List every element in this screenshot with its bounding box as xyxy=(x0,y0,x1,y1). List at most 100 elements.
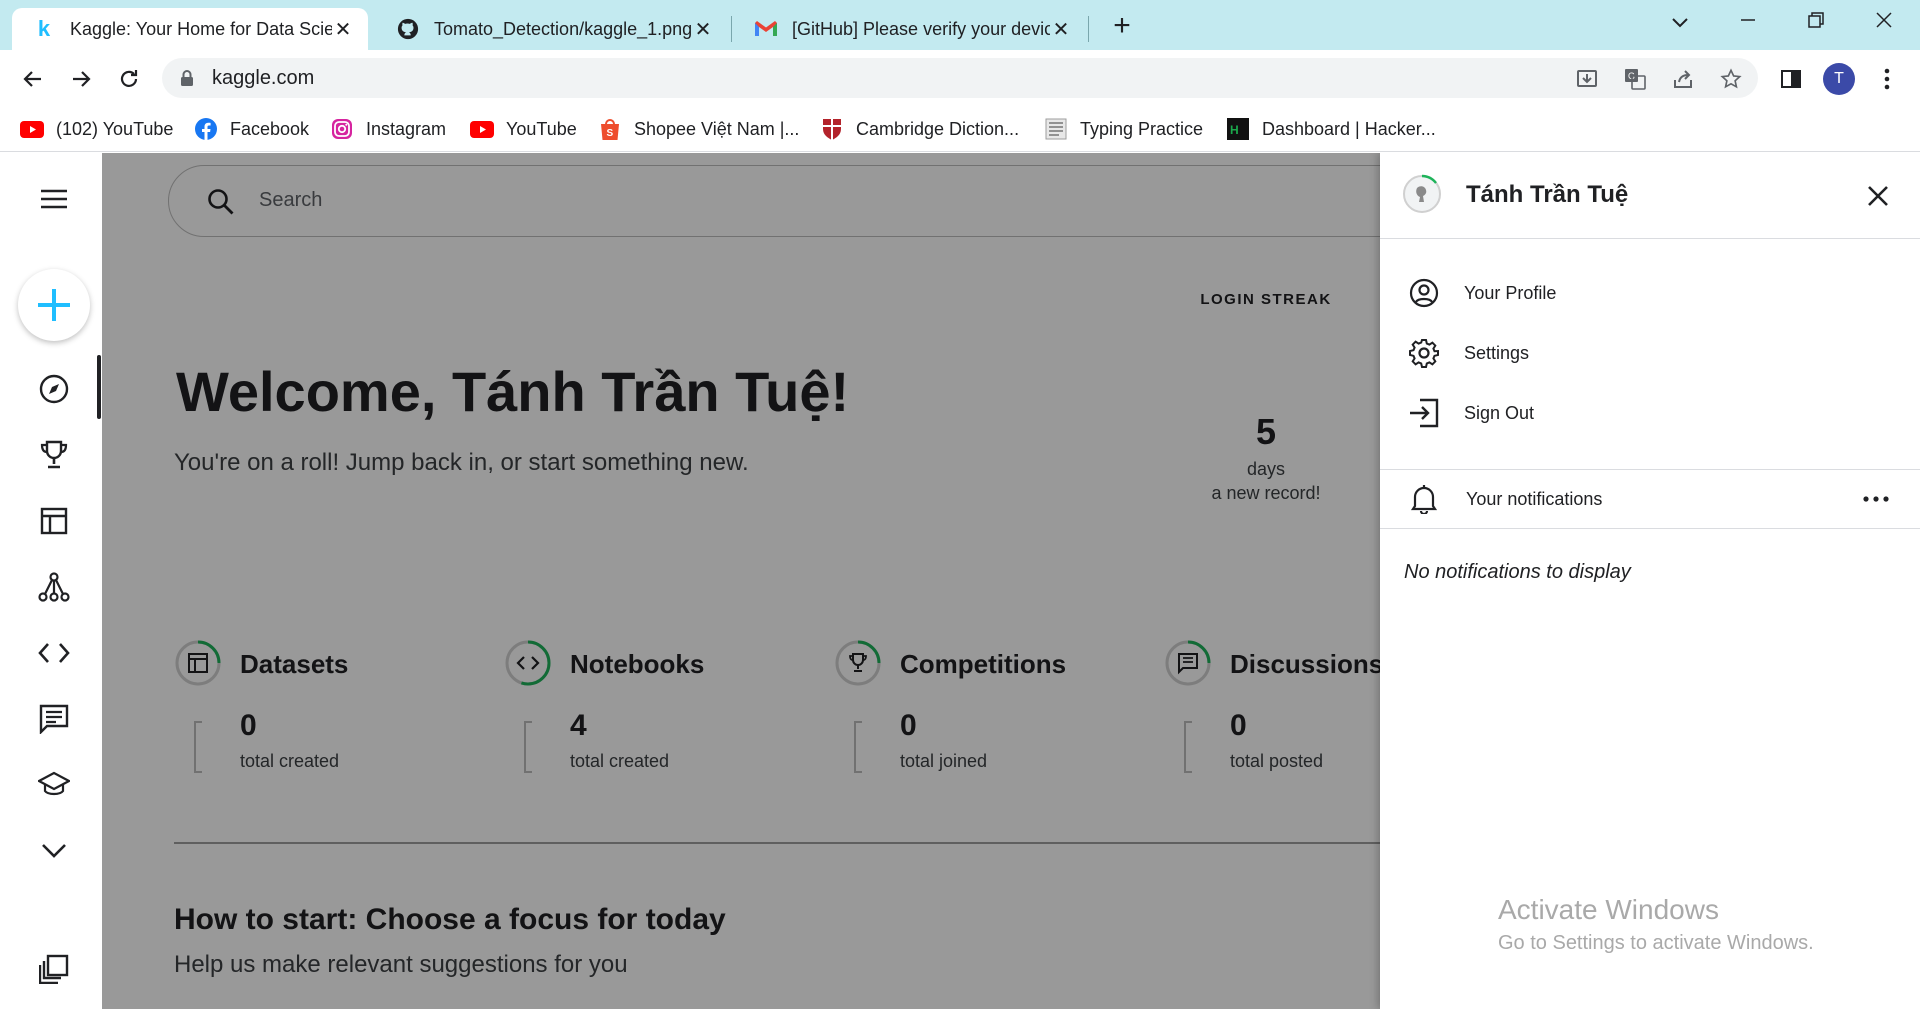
menu-label: Sign Out xyxy=(1464,402,1535,423)
tab-title: Kaggle: Your Home for Data Scien xyxy=(70,18,332,39)
nav-code[interactable] xyxy=(28,627,80,679)
svg-text:S: S xyxy=(607,128,614,139)
arrow-right-icon xyxy=(73,71,91,87)
tab-separator xyxy=(731,16,732,42)
more-vertical-icon xyxy=(1884,68,1890,90)
comment-icon xyxy=(39,704,69,734)
minimize-button[interactable] xyxy=(1728,6,1768,40)
bookmark-star-icon[interactable] xyxy=(1718,66,1744,92)
facebook-icon xyxy=(194,117,218,141)
nav-home[interactable] xyxy=(28,363,80,415)
share-icon[interactable] xyxy=(1670,66,1696,92)
close-window-button[interactable] xyxy=(1864,6,1904,40)
bookmark-youtube-102[interactable]: (102) YouTube xyxy=(20,114,173,144)
menu-sign-out[interactable]: Sign Out xyxy=(1380,387,1920,439)
more-horizontal-icon xyxy=(1863,496,1889,502)
bookmark-label: (102) YouTube xyxy=(56,118,174,139)
menu-settings[interactable]: Settings xyxy=(1380,327,1920,379)
notifications-header: Your notifications xyxy=(1380,469,1920,529)
compass-icon xyxy=(39,374,69,404)
browser-menu-button[interactable] xyxy=(1870,62,1904,96)
profile-avatar-button[interactable]: T xyxy=(1822,62,1856,96)
bookmarks-bar: (102) YouTube Facebook Instagram YouTube… xyxy=(0,106,1920,152)
url-text: kaggle.com xyxy=(212,67,315,89)
nav-more[interactable] xyxy=(28,825,80,877)
bookmark-label: Cambridge Diction... xyxy=(856,118,1020,139)
tab-close-button[interactable]: ✕ xyxy=(1050,17,1072,42)
left-nav xyxy=(0,153,102,1009)
tab-gmail[interactable]: [GitHub] Please verify your device ✕ xyxy=(734,8,1086,50)
bookmark-cambridge[interactable]: Cambridge Diction... xyxy=(820,114,1019,144)
gmail-icon xyxy=(754,17,778,41)
nav-your-work[interactable] xyxy=(28,943,80,995)
menu-your-profile[interactable]: Your Profile xyxy=(1380,267,1920,319)
bookmark-label: Shopee Việt Nam |... xyxy=(634,118,800,139)
bookmark-facebook[interactable]: Facebook xyxy=(194,114,309,144)
side-panel-icon xyxy=(1781,70,1801,88)
reload-button[interactable] xyxy=(112,62,146,96)
lock-icon xyxy=(180,69,194,92)
bookmark-instagram[interactable]: Instagram xyxy=(330,114,446,144)
bookmark-label: Instagram xyxy=(366,118,447,139)
tab-search-chevron-icon[interactable] xyxy=(1660,6,1700,40)
new-tab-button[interactable]: + xyxy=(1104,10,1140,46)
drawer-header: Tánh Trần Tuệ xyxy=(1380,153,1920,239)
arrow-left-icon xyxy=(23,71,41,87)
sign-out-icon xyxy=(1406,395,1442,431)
bookmark-hackerrank[interactable]: H Dashboard | Hacker... xyxy=(1226,114,1436,144)
user-name: Tánh Trần Tuệ xyxy=(1466,181,1629,208)
nav-competitions[interactable] xyxy=(28,429,80,481)
account-circle-icon xyxy=(1406,275,1442,311)
kaggle-page: Search Welcome, Tánh Trần Tuệ! You're on… xyxy=(0,153,1920,1009)
avatar[interactable] xyxy=(1402,174,1442,214)
bookmark-youtube[interactable]: YouTube xyxy=(470,114,577,144)
nav-learn[interactable] xyxy=(28,759,80,811)
browser-tab-strip: k Kaggle: Your Home for Data Scien ✕ Tom… xyxy=(0,0,1920,50)
bookmark-label: Dashboard | Hacker... xyxy=(1262,118,1436,139)
install-app-icon[interactable] xyxy=(1574,66,1600,92)
menu-button[interactable] xyxy=(28,173,80,225)
user-drawer: Tánh Trần Tuệ Your Profile Settings Sign… xyxy=(1380,153,1920,1009)
notifications-label: Your notifications xyxy=(1466,489,1603,509)
nav-active-indicator xyxy=(97,355,101,419)
trophy-icon xyxy=(40,440,68,469)
typing-icon xyxy=(1044,117,1068,141)
cambridge-icon xyxy=(820,117,844,141)
reload-icon xyxy=(120,70,138,87)
bell-icon xyxy=(1406,481,1442,517)
back-button[interactable] xyxy=(16,62,50,96)
tab-github[interactable]: Tomato_Detection/kaggle_1.png ✕ xyxy=(376,8,728,50)
browser-toolbar: kaggle.com G T xyxy=(0,50,1920,106)
translate-icon[interactable]: G xyxy=(1622,66,1648,92)
close-drawer-button[interactable] xyxy=(1862,180,1894,212)
kaggle-k-icon: k xyxy=(37,16,51,41)
notifications-more-button[interactable] xyxy=(1856,483,1896,515)
instagram-icon xyxy=(330,117,354,141)
code-icon xyxy=(38,643,70,663)
nav-models[interactable] xyxy=(28,561,80,613)
nav-datasets[interactable] xyxy=(28,495,80,547)
school-icon xyxy=(38,771,70,796)
tab-kaggle[interactable]: k Kaggle: Your Home for Data Scien ✕ xyxy=(12,8,368,50)
youtube-icon xyxy=(470,117,494,141)
close-icon xyxy=(1868,186,1888,206)
tab-close-button[interactable]: ✕ xyxy=(332,17,354,42)
bookmark-shopee[interactable]: S Shopee Việt Nam |... xyxy=(598,114,799,144)
nav-discussions[interactable] xyxy=(28,693,80,745)
forward-button[interactable] xyxy=(64,62,98,96)
side-panel-button[interactable] xyxy=(1774,62,1808,96)
empty-notifications-text: No notifications to display xyxy=(1404,561,1631,583)
address-bar[interactable]: kaggle.com G xyxy=(162,58,1758,98)
menu-label: Your Profile xyxy=(1464,282,1557,303)
bookmark-label: YouTube xyxy=(506,118,577,139)
hackerrank-icon: H xyxy=(1226,117,1250,141)
gear-icon xyxy=(1406,335,1442,371)
create-button[interactable] xyxy=(18,269,90,341)
watermark-title: Activate Windows xyxy=(1498,894,1719,925)
tab-title: Tomato_Detection/kaggle_1.png xyxy=(434,18,692,39)
restore-button[interactable] xyxy=(1796,6,1836,40)
tab-close-button[interactable]: ✕ xyxy=(692,17,714,42)
library-icon xyxy=(39,954,69,984)
shopee-icon: S xyxy=(598,117,622,141)
bookmark-typing-practice[interactable]: Typing Practice xyxy=(1044,114,1203,144)
